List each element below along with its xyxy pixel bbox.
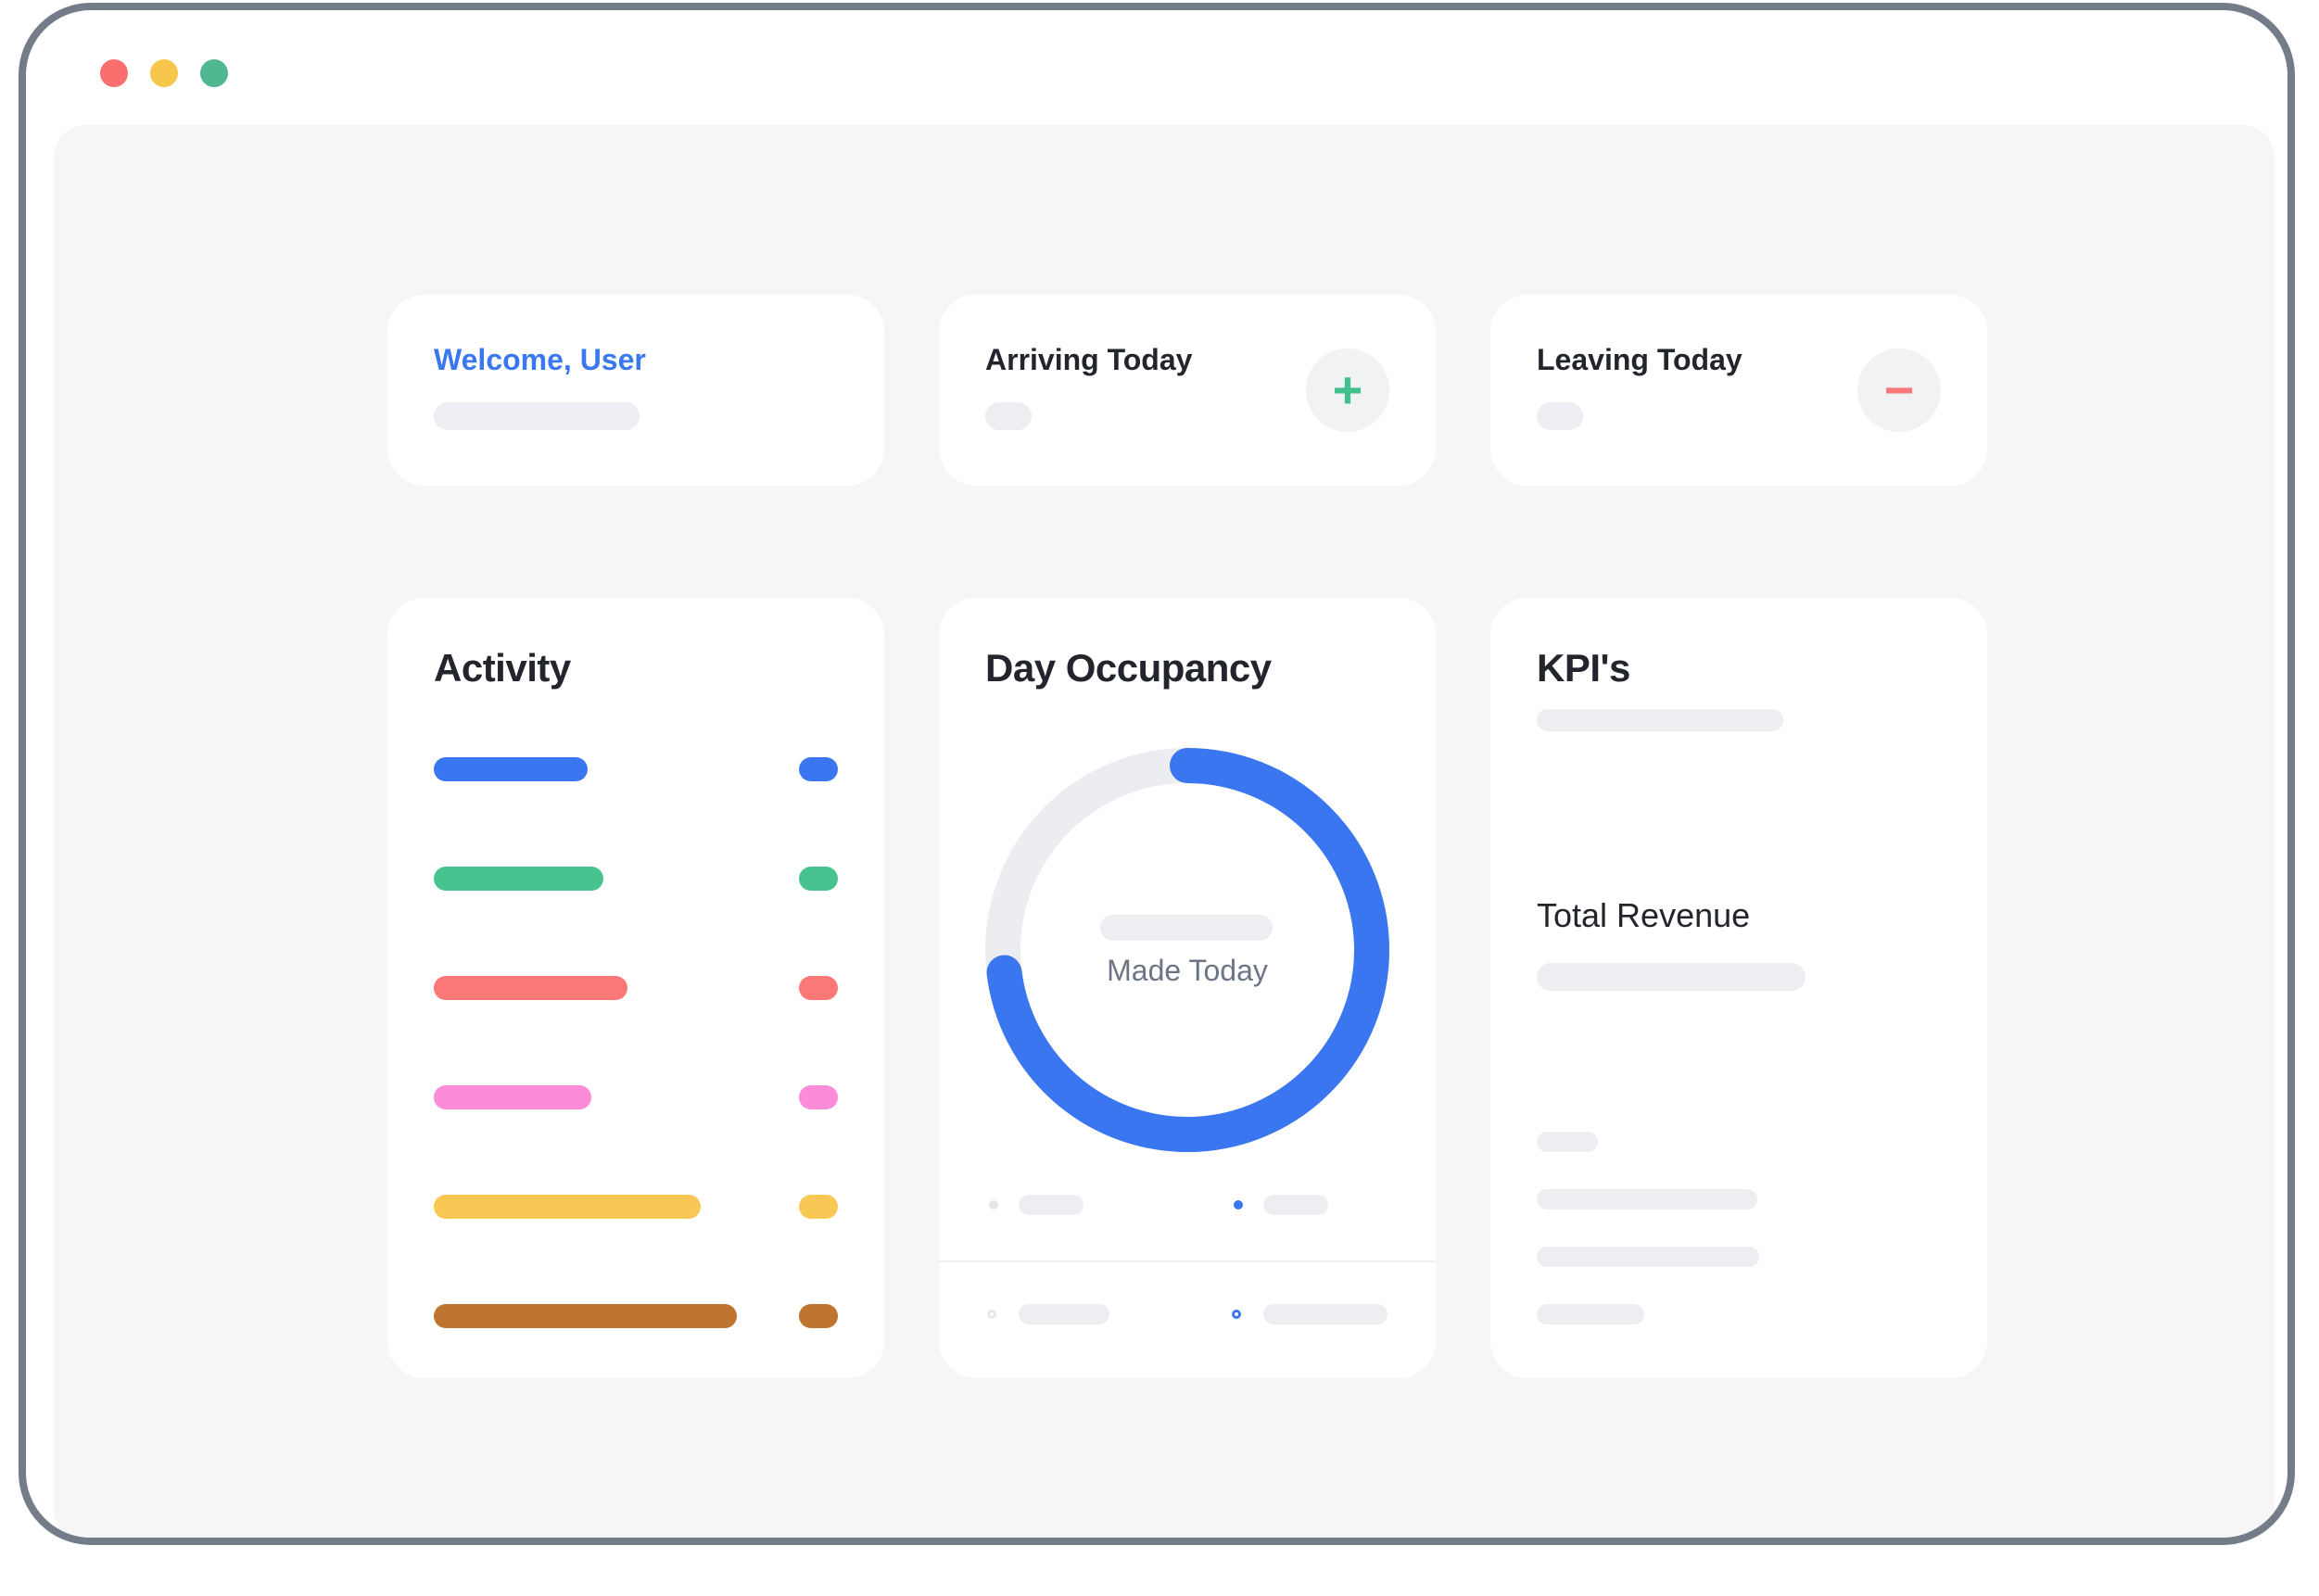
activity-bar: [434, 1195, 701, 1219]
day-occupancy-title: Day Occupancy: [985, 646, 1272, 690]
kpi-line-placeholder: [1537, 1189, 1757, 1210]
kpi-line-placeholder: [1537, 1247, 1759, 1267]
activity-indicator: [799, 1085, 838, 1109]
window-controls: [100, 59, 228, 87]
kpi-subtitle-placeholder: [1537, 709, 1783, 731]
legend-dot-track: [989, 1200, 998, 1210]
activity-card: Activity: [387, 598, 884, 1378]
activity-indicator: [799, 1304, 838, 1328]
kpis-card: KPI's Total Revenue: [1490, 598, 1987, 1378]
activity-bar: [434, 867, 603, 891]
activity-bar: [434, 1085, 591, 1109]
made-today-label: Made Today: [1107, 954, 1268, 987]
activity-indicator: [799, 976, 838, 1000]
welcome-card: Welcome, User: [387, 295, 884, 486]
arriving-count-placeholder: [985, 402, 1032, 430]
dashboard-content: Welcome, User Arriving Today + Leaving T…: [54, 125, 2275, 1538]
legend-placeholder: [1263, 1304, 1388, 1324]
leaving-count-placeholder: [1537, 402, 1583, 430]
total-revenue-label: Total Revenue: [1537, 896, 1751, 934]
legend-placeholder: [1019, 1304, 1109, 1324]
total-revenue-value-placeholder: [1537, 963, 1806, 991]
arriving-today-title: Arriving Today: [985, 343, 1193, 376]
legend-ring-progress: [1232, 1310, 1241, 1319]
arriving-today-card: Arriving Today +: [939, 295, 1436, 486]
activity-bar: [434, 1304, 737, 1328]
leaving-today-card: Leaving Today −: [1490, 295, 1987, 486]
activity-indicator: [799, 757, 838, 781]
activity-indicator: [799, 867, 838, 891]
occupancy-donut: [985, 748, 1389, 1152]
legend-placeholder: [1263, 1195, 1328, 1215]
activity-title: Activity: [434, 646, 571, 690]
app-window: Welcome, User Arriving Today + Leaving T…: [19, 3, 2295, 1545]
activity-bar: [434, 976, 627, 1000]
minimize-window-button[interactable]: [150, 59, 178, 87]
minus-icon[interactable]: −: [1857, 348, 1941, 432]
legend-placeholder: [1019, 1195, 1083, 1215]
occupancy-divider: [939, 1260, 1436, 1262]
close-window-button[interactable]: [100, 59, 128, 87]
kpi-line-placeholder: [1537, 1304, 1644, 1324]
occupancy-value-placeholder: [1100, 915, 1273, 941]
legend-ring-track: [987, 1310, 996, 1319]
welcome-subtitle-placeholder: [434, 402, 640, 430]
legend-dot-progress: [1234, 1200, 1243, 1210]
plus-icon[interactable]: +: [1306, 348, 1389, 432]
kpis-title: KPI's: [1537, 646, 1630, 690]
kpi-line-placeholder: [1537, 1132, 1598, 1152]
maximize-window-button[interactable]: [200, 59, 228, 87]
welcome-title: Welcome, User: [434, 343, 646, 376]
leaving-today-title: Leaving Today: [1537, 343, 1742, 376]
activity-bar: [434, 757, 588, 781]
day-occupancy-card: Day Occupancy Made Today: [939, 598, 1436, 1378]
activity-indicator: [799, 1195, 838, 1219]
